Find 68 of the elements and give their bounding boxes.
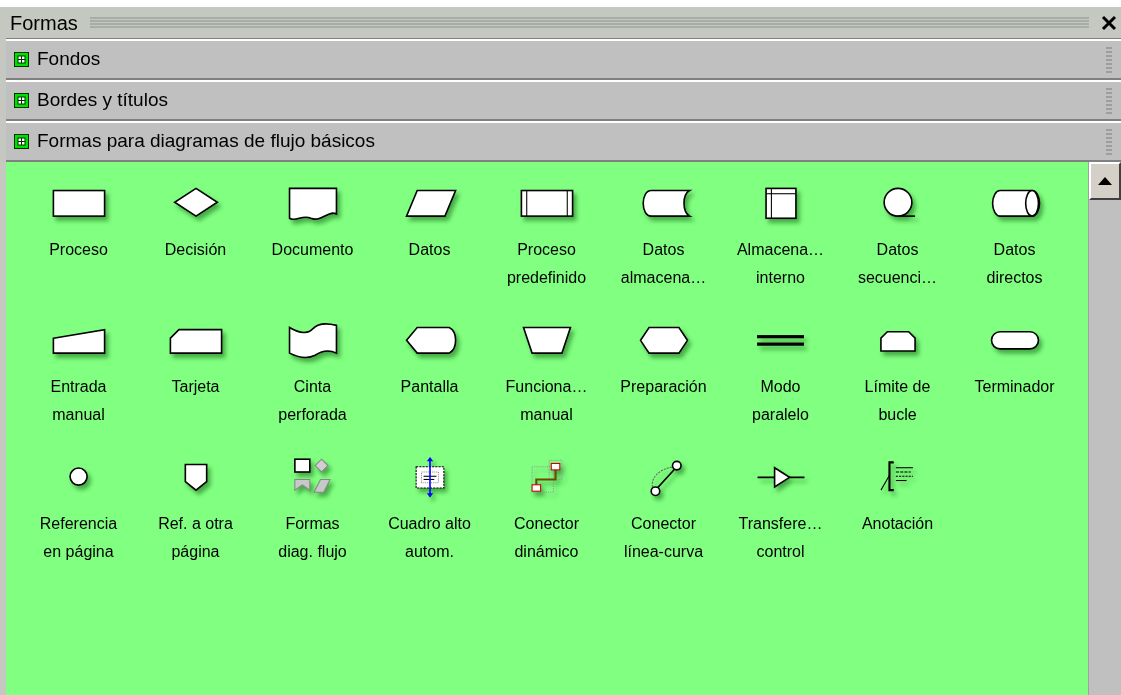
shape-master[interactable]: Ref. a otra página [137, 454, 254, 591]
shape-master[interactable]: Terminador [956, 317, 1073, 454]
shape-label: Almacena… interno [736, 240, 825, 288]
stencil-icon [14, 52, 29, 67]
shape-label: Pantalla [400, 377, 459, 397]
shape-master[interactable]: Conector dinámico [488, 454, 605, 591]
shape-label: Datos secuenci… [857, 240, 938, 288]
shape-master[interactable]: Entrada manual [20, 317, 137, 454]
shape-master[interactable]: Datos [371, 180, 488, 317]
shape-label: Datos directos [986, 240, 1043, 288]
shape-label: Formas diag. flujo [278, 514, 347, 562]
stencil-title: Bordes y títulos [37, 88, 169, 113]
shape-label: Documento [271, 240, 354, 260]
shape-label: Decisión [164, 240, 227, 260]
shape-label: Transfere… control [738, 514, 823, 562]
shape-label: Anotación [861, 514, 934, 534]
stencil-bar[interactable]: Fondos [6, 39, 1121, 80]
shape-master[interactable]: Modo paralelo [722, 317, 839, 454]
shape-label: Terminador [974, 377, 1055, 397]
double-line-icon [755, 333, 806, 347]
shape-master[interactable]: Transfere… control [722, 454, 839, 591]
stencil-icon [14, 93, 29, 108]
shape-label: Modo paralelo [752, 377, 809, 425]
shape-label: Datos [408, 240, 451, 260]
shape-label: Entrada manual [50, 377, 107, 425]
scroll-up-button[interactable] [1089, 162, 1121, 200]
shape-master[interactable]: Documento [254, 180, 371, 317]
shape-label: Cuadro alto autom. [388, 514, 471, 562]
shape-master[interactable]: Almacena… interno [722, 180, 839, 317]
shape-master[interactable]: Cinta perforada [254, 317, 371, 454]
shape-master[interactable]: Conector línea-curva [605, 454, 722, 591]
shape-label: Cinta perforada [278, 377, 347, 425]
shape-master[interactable]: Cuadro alto autom. [371, 454, 488, 591]
shape-label: Límite de bucle [864, 377, 931, 425]
shape-master[interactable]: Datos almacena… [605, 180, 722, 317]
shape-label: Conector línea-curva [623, 514, 704, 562]
shape-master[interactable]: Proceso predefinido [488, 180, 605, 317]
shape-label: Ref. a otra página [158, 514, 233, 562]
panel-title: Formas [9, 10, 79, 36]
circle-icon [68, 467, 89, 487]
shape-master[interactable]: Decisión [137, 180, 254, 317]
stencil-bar[interactable]: Formas para diagramas de flujo básicos [6, 121, 1121, 162]
shape-master[interactable]: Proceso [20, 180, 137, 317]
shape-label: Proceso [49, 240, 108, 260]
shape-master[interactable]: Datos secuenci… [839, 180, 956, 317]
shape-master[interactable]: Funciona… manual [488, 317, 605, 454]
shape-master[interactable]: Formas diag. flujo [254, 454, 371, 591]
stencil-title: Fondos [37, 47, 102, 72]
shape-label: Tarjeta [171, 377, 220, 397]
shape-master[interactable]: Límite de bucle [839, 317, 956, 454]
shape-label: Conector dinámico [514, 514, 579, 562]
close-icon [1101, 14, 1117, 31]
shape-label: Proceso predefinido [506, 240, 587, 288]
shape-master[interactable]: Pantalla [371, 317, 488, 454]
shape-label: Referencia en página [39, 514, 118, 562]
up-arrow-icon [1098, 177, 1112, 185]
shape-master[interactable]: Tarjeta [137, 317, 254, 454]
shape-label: Preparación [620, 377, 707, 397]
shape-label: Datos almacena… [620, 240, 707, 288]
shape-master[interactable]: Anotación [839, 454, 956, 591]
stencil-title: Formas para diagramas de flujo básicos [37, 129, 376, 154]
stencil-bar[interactable]: Bordes y títulos [6, 80, 1121, 121]
shape-master[interactable]: Preparación [605, 317, 722, 454]
shape-master[interactable]: Referencia en página [20, 454, 137, 591]
shape-master[interactable]: Datos directos [956, 180, 1073, 317]
stencil-icon [14, 134, 29, 149]
shape-label: Funciona… manual [505, 377, 588, 425]
scrollbar[interactable] [1088, 162, 1121, 695]
